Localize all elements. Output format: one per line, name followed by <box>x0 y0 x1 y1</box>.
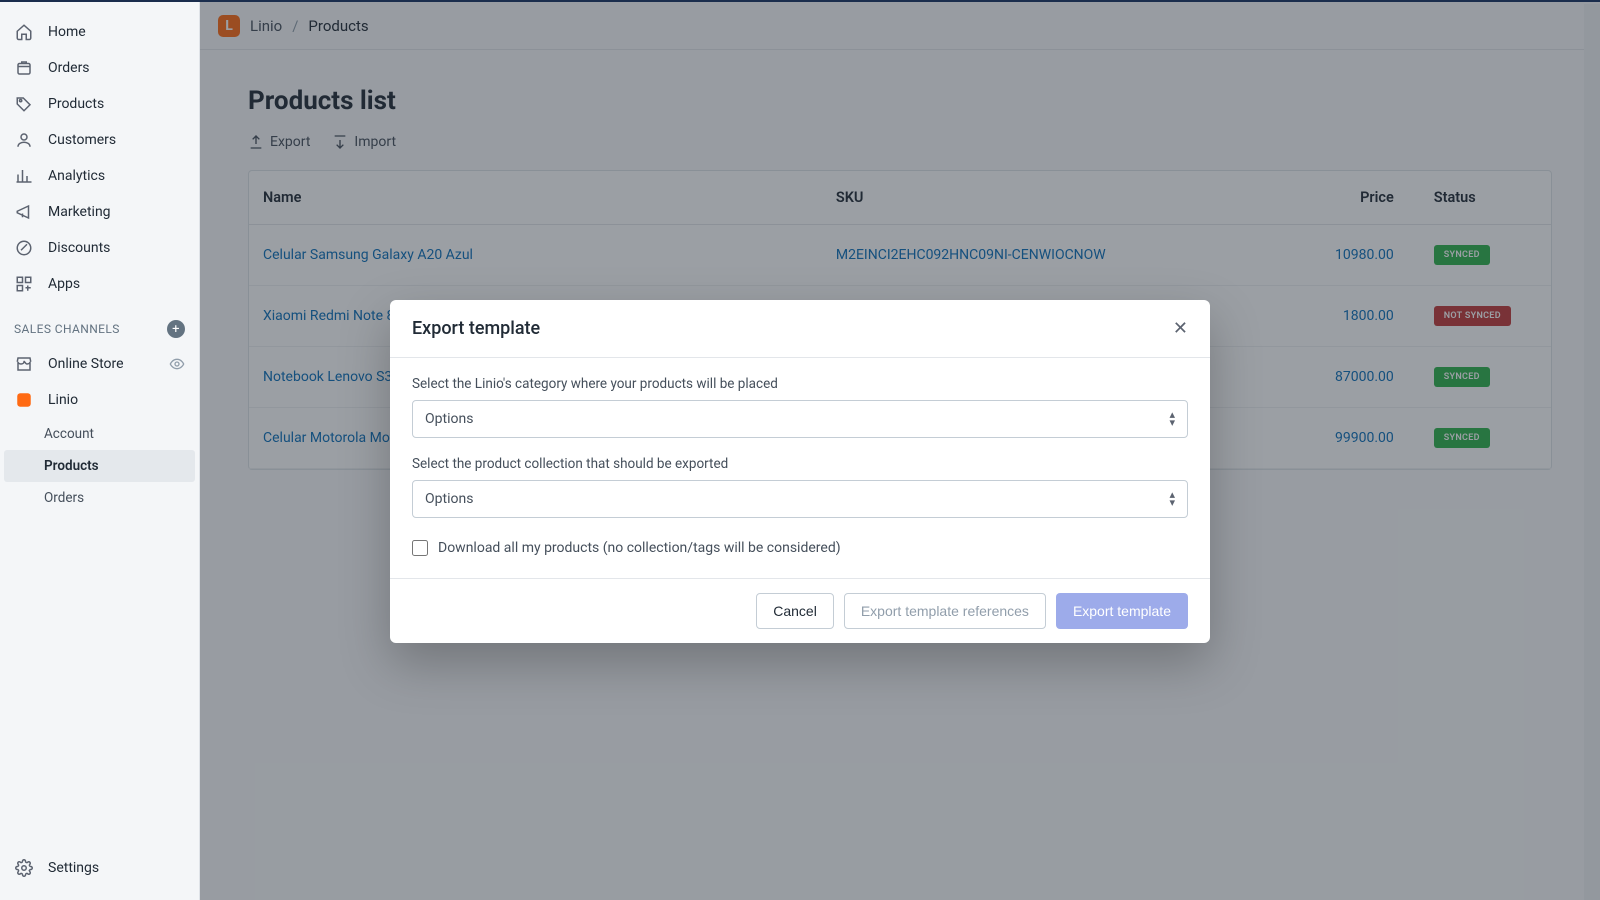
sub-label: Products <box>44 458 99 474</box>
nav-label: Marketing <box>48 204 111 220</box>
section-label: SALES CHANNELS <box>14 322 120 336</box>
modal-title: Export template <box>412 318 540 339</box>
collection-label: Select the product collection that shoul… <box>412 456 1188 472</box>
linio-sub-products[interactable]: Products <box>4 450 195 482</box>
cancel-button[interactable]: Cancel <box>756 593 834 629</box>
products-icon <box>14 94 34 114</box>
orders-icon <box>14 58 34 78</box>
marketing-icon <box>14 202 34 222</box>
nav-label: Home <box>48 24 86 40</box>
nav-label: Customers <box>48 132 116 148</box>
sub-label: Account <box>44 426 94 442</box>
nav-settings[interactable]: Settings <box>0 850 199 886</box>
sales-channels-header: SALES CHANNELS + <box>0 302 199 346</box>
add-channel-button[interactable]: + <box>167 320 185 338</box>
channel-label: Online Store <box>48 356 124 372</box>
view-icon[interactable] <box>169 356 185 372</box>
analytics-icon <box>14 166 34 186</box>
export-template-modal: Export template ✕ Select the Linio's cat… <box>390 300 1210 643</box>
nav-label: Apps <box>48 276 80 292</box>
channels-nav: Online Store Linio Account Products Orde… <box>0 346 199 514</box>
nav-discounts[interactable]: Discounts <box>0 230 199 266</box>
linio-sub-account[interactable]: Account <box>0 418 199 450</box>
category-label: Select the Linio's category where your p… <box>412 376 1188 392</box>
nav-marketing[interactable]: Marketing <box>0 194 199 230</box>
nav-orders[interactable]: Orders <box>0 50 199 86</box>
primary-nav: Home Orders Products Customers Analytics… <box>0 14 199 302</box>
gear-icon <box>14 858 34 878</box>
sub-label: Orders <box>44 490 84 506</box>
sidebar: Home Orders Products Customers Analytics… <box>0 2 200 900</box>
nav-apps[interactable]: Apps <box>0 266 199 302</box>
channel-linio[interactable]: Linio <box>0 382 199 418</box>
download-all-checkbox[interactable] <box>412 540 428 556</box>
nav-label: Settings <box>48 860 99 876</box>
linio-sub-orders[interactable]: Orders <box>0 482 199 514</box>
nav-label: Analytics <box>48 168 105 184</box>
customers-icon <box>14 130 34 150</box>
close-icon: ✕ <box>1173 318 1188 338</box>
nav-home[interactable]: Home <box>0 14 199 50</box>
category-value: Options <box>425 411 473 427</box>
download-all-checkbox-row[interactable]: Download all my products (no collection/… <box>412 536 1188 572</box>
nav-label: Orders <box>48 60 90 76</box>
chevron-updown-icon: ▴▾ <box>1169 411 1175 426</box>
nav-label: Products <box>48 96 104 112</box>
home-icon <box>14 22 34 42</box>
collection-value: Options <box>425 491 473 507</box>
export-references-button[interactable]: Export template references <box>844 593 1046 629</box>
checkbox-label: Download all my products (no collection/… <box>438 540 841 556</box>
chevron-updown-icon: ▴▾ <box>1169 491 1175 506</box>
channel-label: Linio <box>48 392 78 408</box>
nav-label: Discounts <box>48 240 110 256</box>
export-template-button[interactable]: Export template <box>1056 593 1188 629</box>
collection-select[interactable]: Options ▴▾ <box>412 480 1188 518</box>
discounts-icon <box>14 238 34 258</box>
nav-customers[interactable]: Customers <box>0 122 199 158</box>
channel-online-store[interactable]: Online Store <box>0 346 199 382</box>
store-icon <box>14 354 34 374</box>
category-select[interactable]: Options ▴▾ <box>412 400 1188 438</box>
apps-icon <box>14 274 34 294</box>
linio-icon <box>14 390 34 410</box>
modal-close-button[interactable]: ✕ <box>1173 318 1188 339</box>
nav-products[interactable]: Products <box>0 86 199 122</box>
nav-analytics[interactable]: Analytics <box>0 158 199 194</box>
